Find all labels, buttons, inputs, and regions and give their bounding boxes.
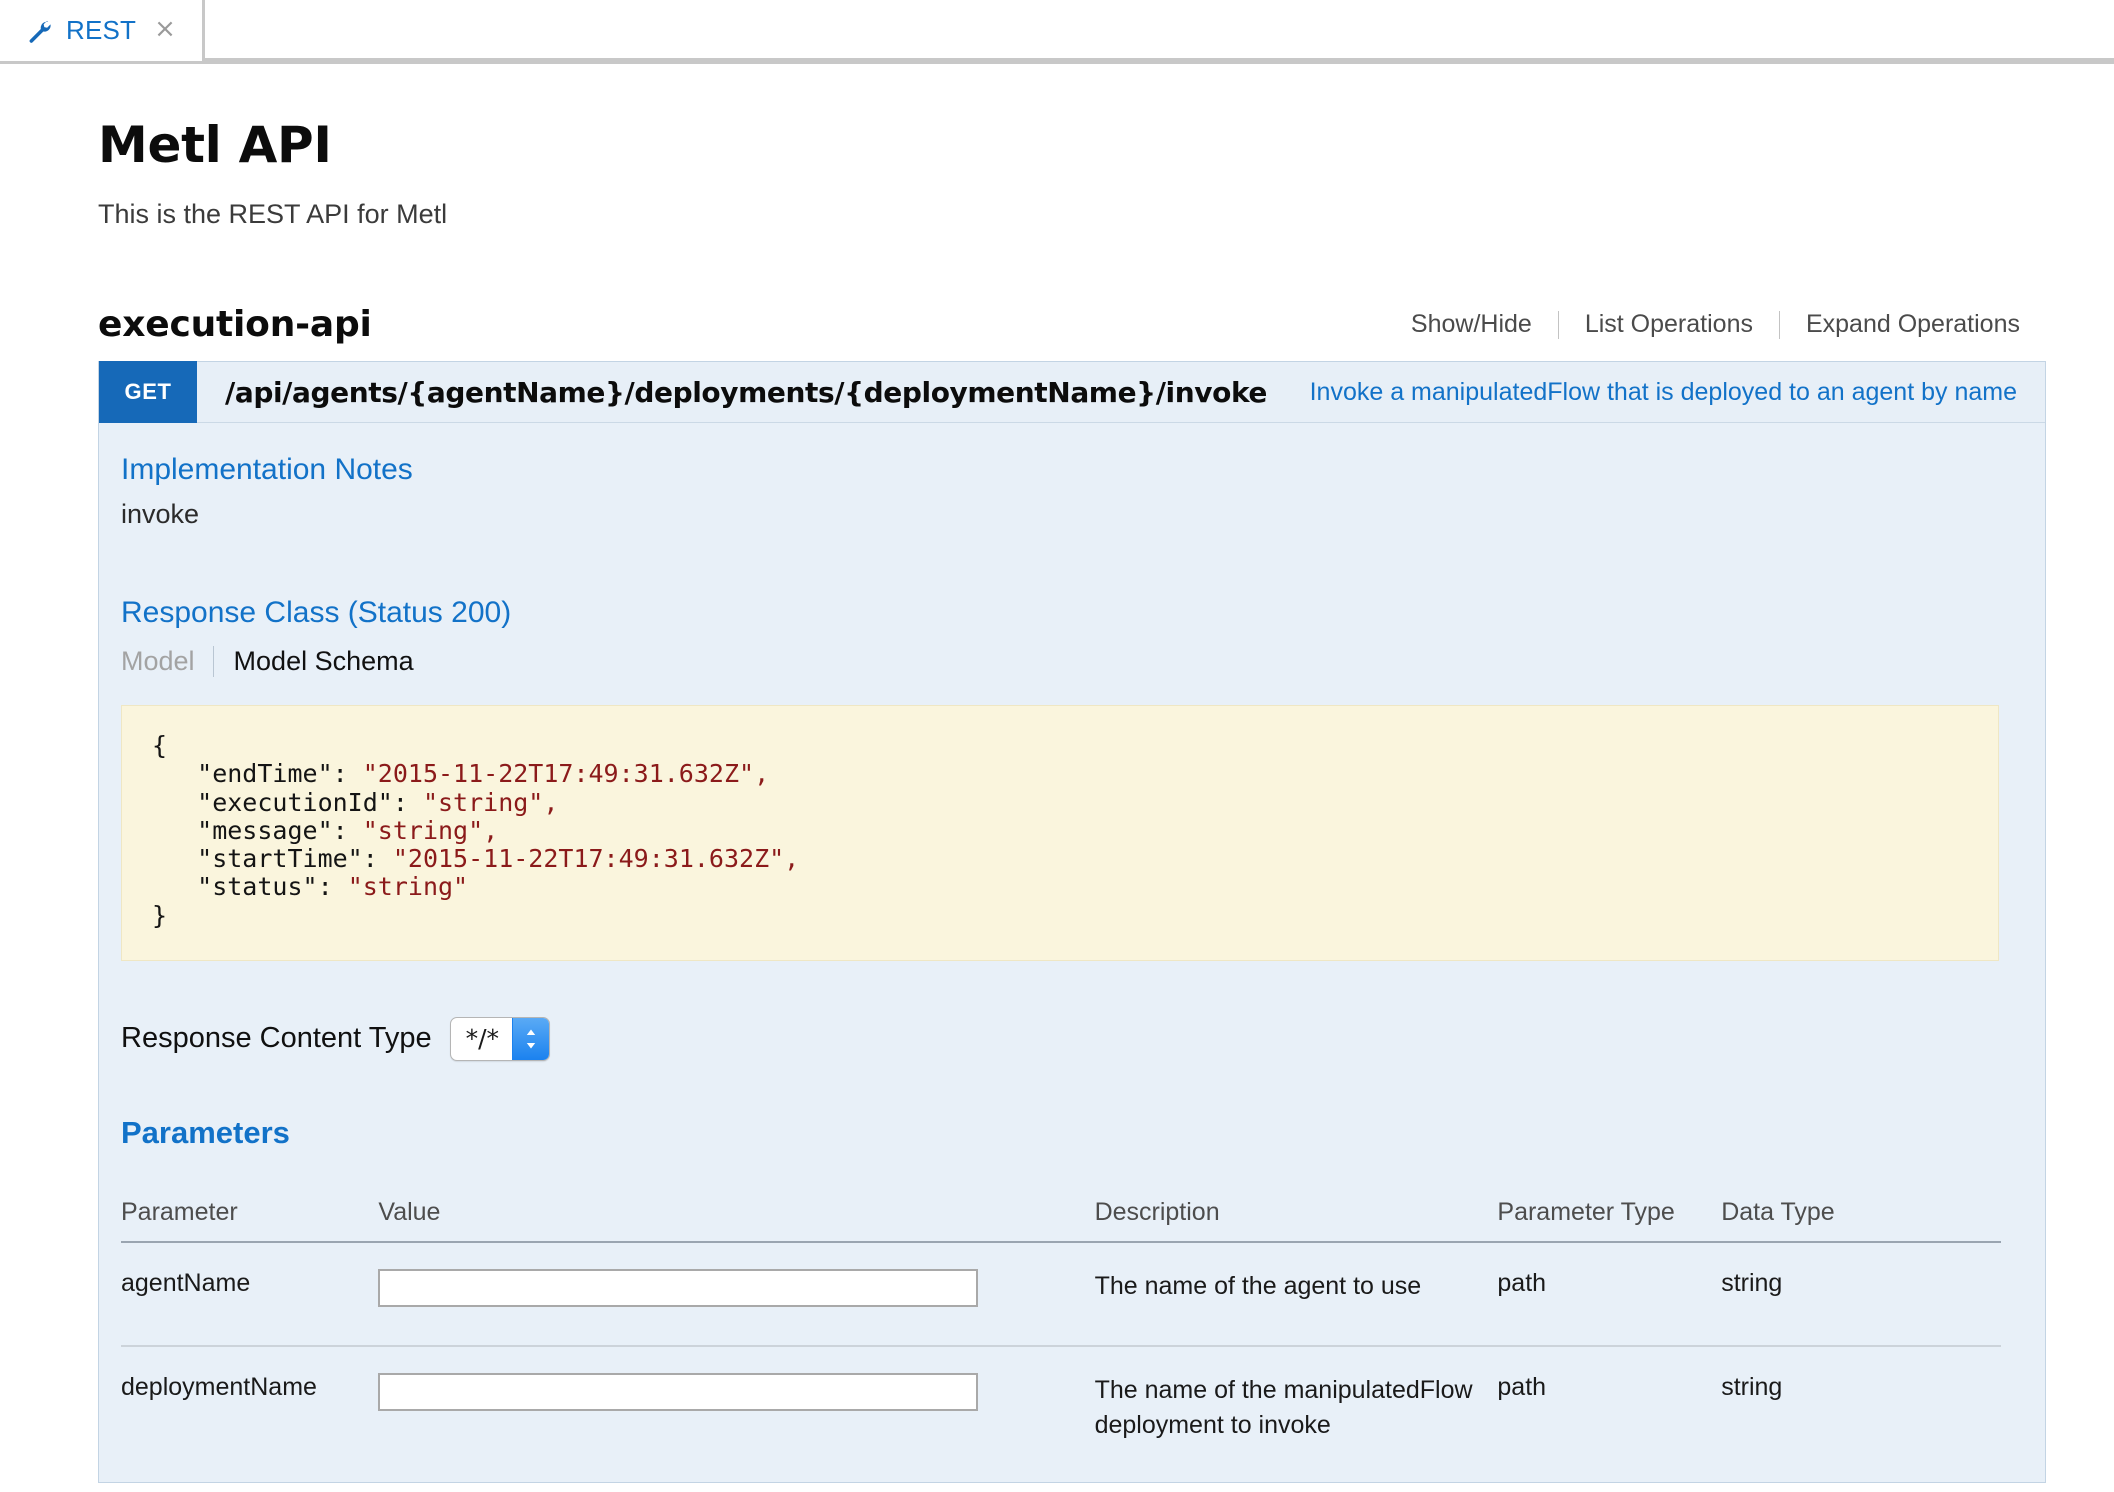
browser-tab-bar: REST × <box>0 0 2114 64</box>
column-header-parameter-type: Parameter Type <box>1497 1191 1722 1243</box>
parameter-type: path <box>1497 1241 1722 1347</box>
schema-open-brace: { <box>152 731 168 760</box>
parameter-data-type: string <box>1721 1372 1783 1401</box>
list-operations-link[interactable]: List Operations <box>1559 310 1779 339</box>
page-title: Metl API <box>98 116 332 174</box>
schema-value: "2015-11-22T17:49:31.632Z", <box>392 844 800 873</box>
tab-rest[interactable]: REST × <box>0 0 205 61</box>
close-icon[interactable]: × <box>150 14 180 48</box>
schema-value: "string", <box>422 787 559 817</box>
resource-header: execution-api Show/Hide List Operations … <box>98 304 2046 361</box>
parameters-table: Parameter Value Description Parameter Ty… <box>121 1191 2001 1482</box>
swagger-page: Metl API This is the REST API for Metl e… <box>0 64 2114 1483</box>
agentname-input[interactable] <box>378 1268 979 1307</box>
wrench-icon <box>26 18 52 44</box>
page-subtitle: This is the REST API for Metl <box>98 199 448 229</box>
operation-invoke: GET /api/agents/{agentName}/deployments/… <box>98 361 2046 1483</box>
schema-value: "string", <box>362 815 499 845</box>
operation-path[interactable]: /api/agents/{agentName}/deployments/{dep… <box>225 376 1267 409</box>
parameter-name: deploymentName <box>121 1372 317 1401</box>
schema-value: "2015-11-22T17:49:31.632Z", <box>362 759 770 789</box>
schema-value: "string" <box>347 872 469 902</box>
response-class-section: Response Class (Status 200) Model Model … <box>121 596 2009 961</box>
show-hide-link[interactable]: Show/Hide <box>1385 310 1558 339</box>
http-method-badge: GET <box>99 361 197 423</box>
response-content-type-label: Response Content Type <box>121 1022 432 1055</box>
operation-summary[interactable]: Invoke a manipulatedFlow that is deploye… <box>1310 378 2017 407</box>
select-value: */* <box>465 1024 500 1054</box>
implementation-notes-heading: Implementation Notes <box>121 453 413 486</box>
schema-key: "endTime": <box>197 759 348 789</box>
parameter-value-cell <box>378 1346 1094 1482</box>
operation-body: Implementation Notes invoke Response Cla… <box>99 423 2045 1482</box>
parameters-heading: Parameters <box>121 1114 290 1150</box>
schema-key: "executionId": <box>197 787 408 817</box>
response-content-type-row: Response Content Type */* <box>121 1016 2009 1061</box>
parameter-type: path <box>1497 1372 1547 1401</box>
deploymentname-input[interactable] <box>378 1372 979 1411</box>
table-row: agentName The name of the agent to use p… <box>121 1241 2001 1347</box>
model-schema-code[interactable]: { "endTime": "2015-11-22T17:49:31.632Z",… <box>121 705 1999 961</box>
schema-key: "message": <box>197 815 348 845</box>
implementation-notes-text: invoke <box>121 499 200 529</box>
table-row: deploymentName The name of the manipulat… <box>121 1346 2001 1482</box>
column-header-description: Description <box>1094 1191 1498 1243</box>
table-header-row: Parameter Value Description Parameter Ty… <box>121 1191 2001 1243</box>
schema-close-brace: } <box>152 900 168 930</box>
chevron-updown-icon <box>512 1017 550 1060</box>
response-content-type-select[interactable]: */* <box>449 1016 551 1061</box>
resource-execution-api: execution-api Show/Hide List Operations … <box>98 304 2046 1483</box>
tab-model[interactable]: Model <box>121 646 213 677</box>
tab-label: REST <box>66 15 137 45</box>
column-header-parameter: Parameter <box>121 1191 379 1243</box>
schema-key: "status": <box>197 872 333 902</box>
column-header-value: Value <box>378 1191 1095 1243</box>
tab-bar-filler <box>201 0 2114 61</box>
operation-header[interactable]: GET /api/agents/{agentName}/deployments/… <box>99 361 2045 423</box>
response-class-heading: Response Class (Status 200) <box>121 596 512 629</box>
column-header-data-type: Data Type <box>1721 1191 2001 1243</box>
resource-name: execution-api <box>98 304 372 345</box>
model-tabs: Model Model Schema <box>121 646 2009 677</box>
tab-model-schema[interactable]: Model Schema <box>212 646 432 677</box>
expand-operations-link[interactable]: Expand Operations <box>1780 310 2046 339</box>
parameter-description: The name of the manipulatedFlow deployme… <box>1094 1375 1473 1440</box>
schema-key: "startTime": <box>197 844 378 873</box>
resource-options: Show/Hide List Operations Expand Operati… <box>1385 310 2046 345</box>
parameter-description: The name of the agent to use <box>1094 1241 1498 1347</box>
parameter-value-cell <box>378 1241 1095 1347</box>
parameter-data-type: string <box>1721 1241 2001 1347</box>
parameter-name: agentName <box>121 1241 379 1347</box>
